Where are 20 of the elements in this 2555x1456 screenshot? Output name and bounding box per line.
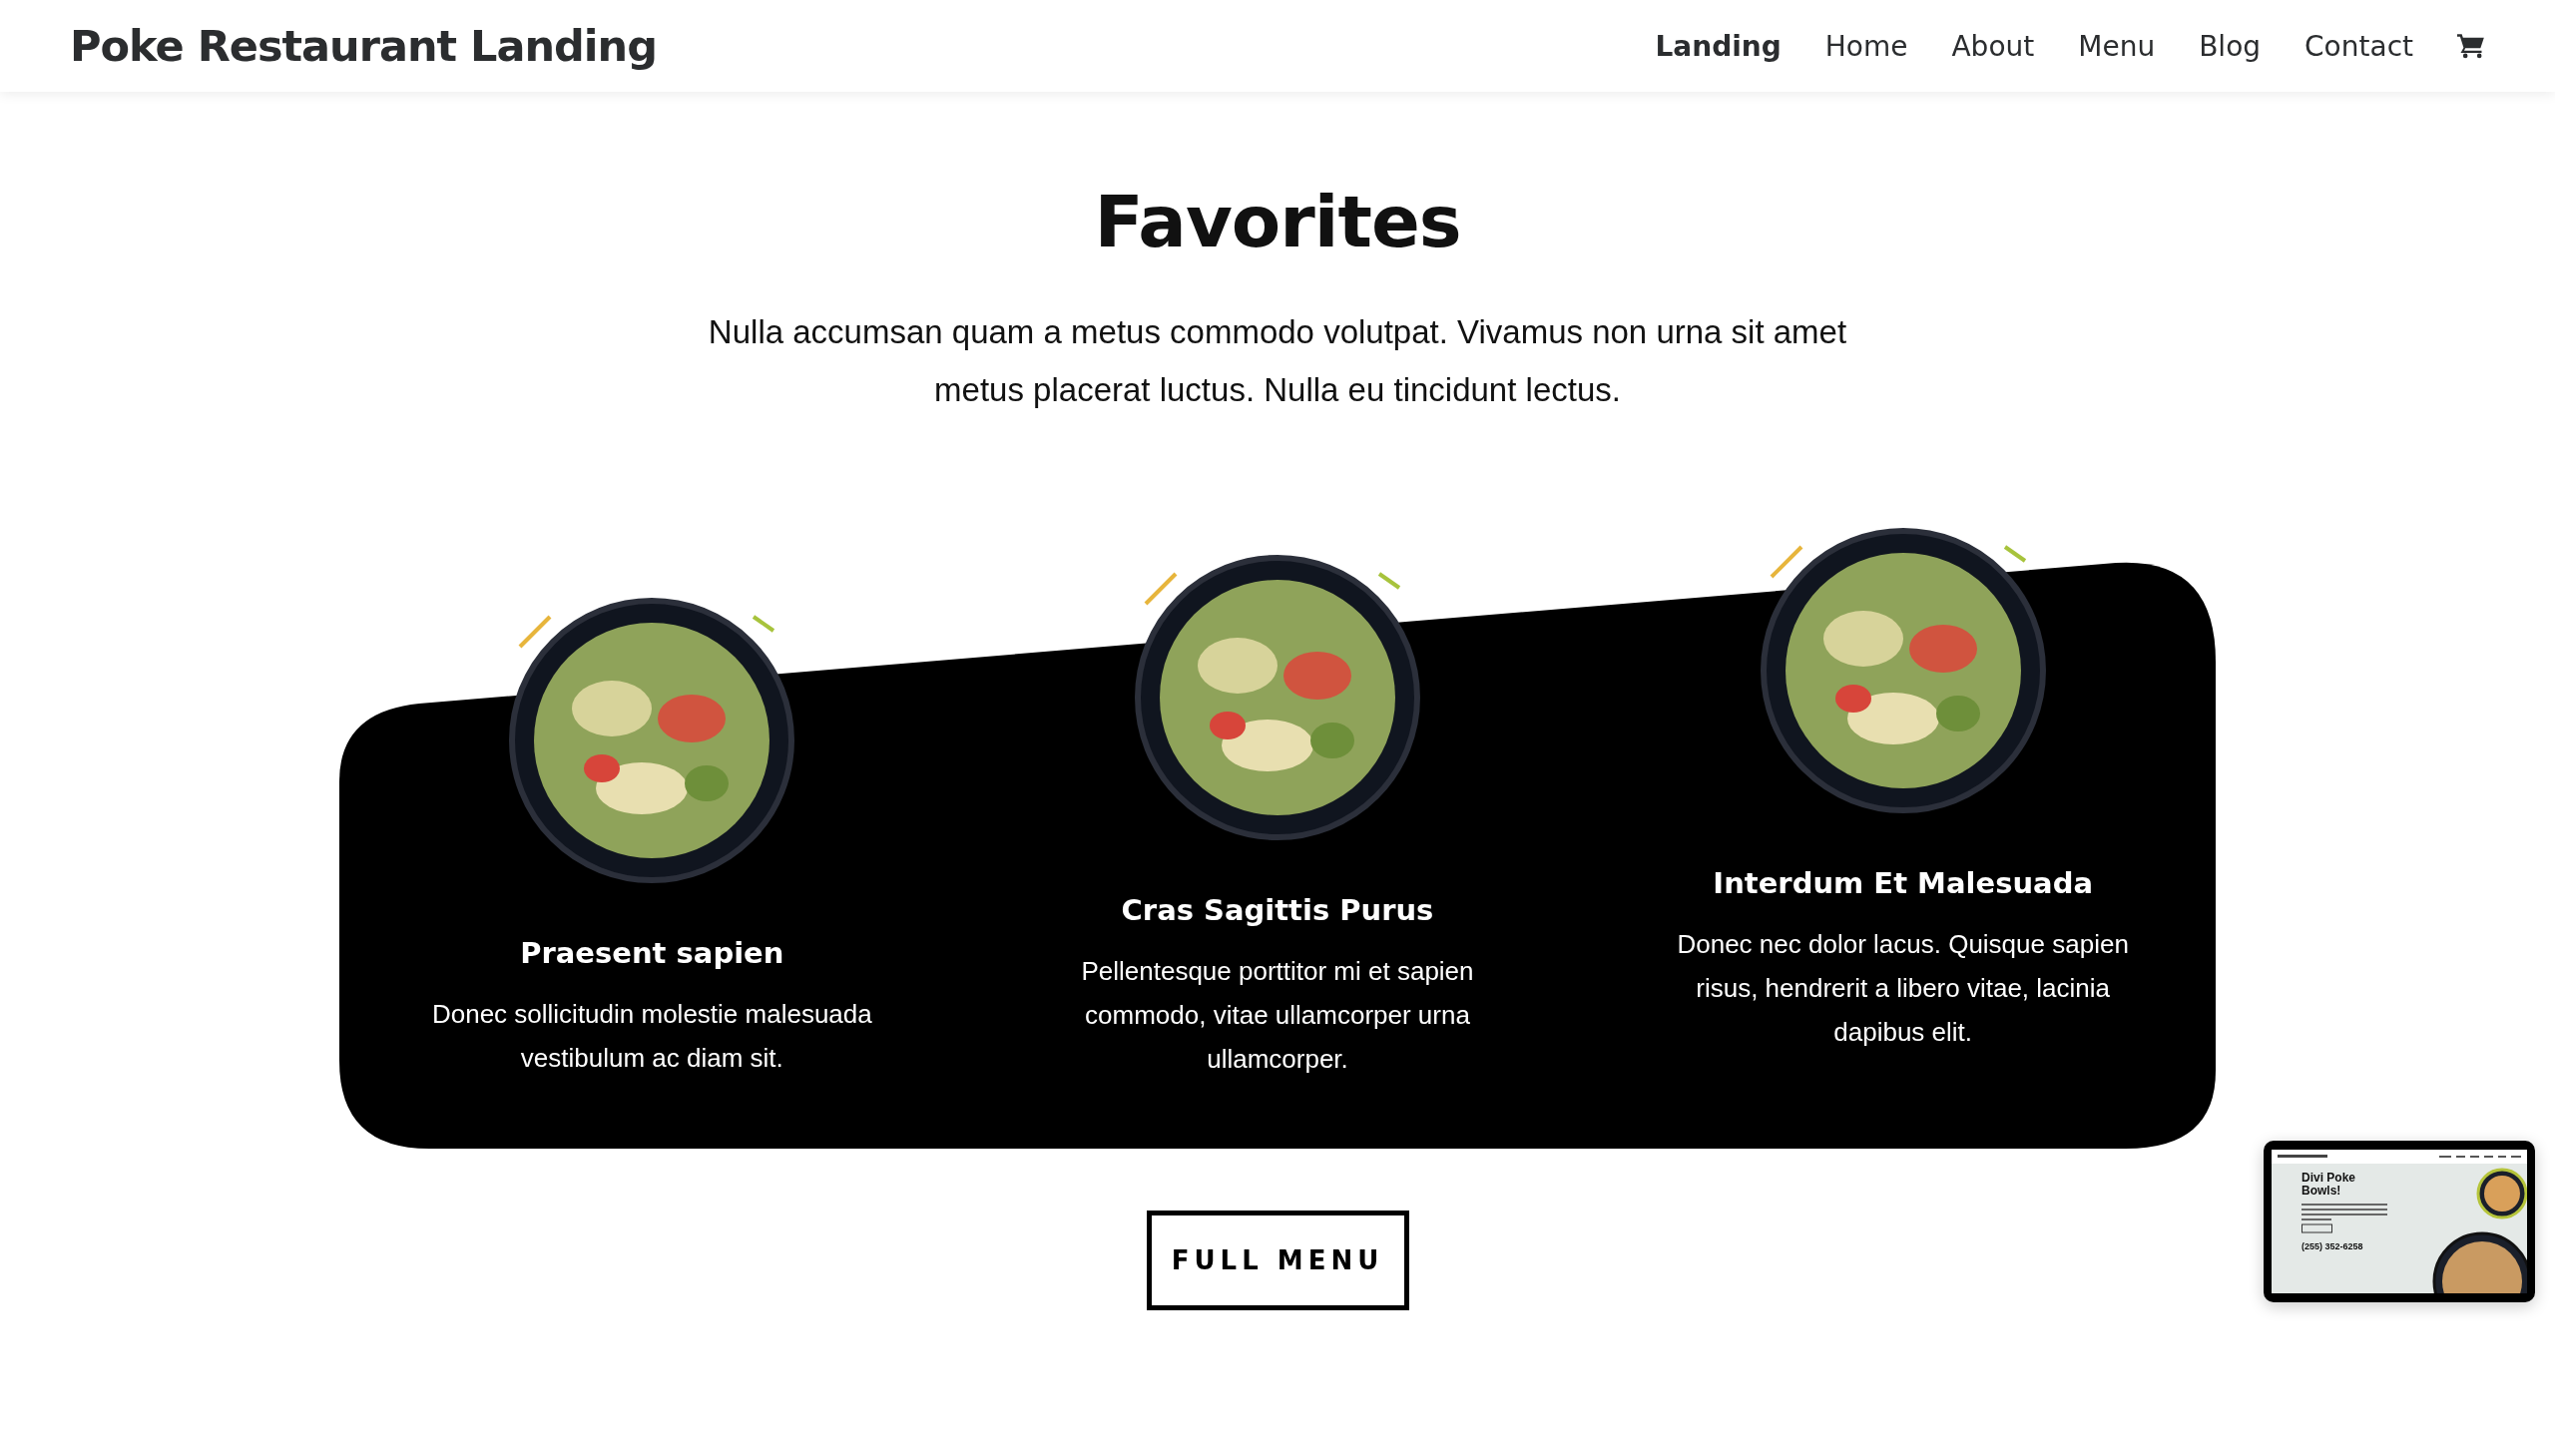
preview-phone: (255) 352-6258 bbox=[2301, 1241, 2364, 1251]
cart-icon[interactable] bbox=[2457, 33, 2485, 59]
full-menu-button[interactable]: FULL MENU bbox=[1146, 1211, 1409, 1310]
item-name: Praesent sapien bbox=[520, 936, 784, 970]
item-description: Donec sollicitudin molestie malesuada vestibulum ac diam sit. bbox=[430, 998, 873, 1075]
nav-link[interactable]: Home bbox=[1824, 29, 1908, 63]
item-description: Pellentesque porttitor mi et sapien commodo, vitae ullamcorper urna ullamcorper. bbox=[1080, 955, 1475, 1076]
preview-heading: Divi Poke Bowls! bbox=[2301, 1172, 2357, 1198]
nav-link[interactable]: Landing bbox=[1655, 29, 1782, 63]
item-name: Cras Sagittis Purus bbox=[1121, 893, 1434, 927]
nav-link[interactable]: About bbox=[1951, 29, 2035, 63]
nav-link[interactable]: Menu bbox=[2078, 29, 2156, 63]
site-title[interactable]: Poke Restaurant Landing bbox=[70, 21, 657, 71]
nav-link[interactable]: Contact bbox=[2304, 29, 2413, 63]
item-description: Donec nec dolor lacus. Quisque sapien risus, hendrerit a libero vitae, lacinia dapibus elit. bbox=[1676, 928, 2130, 1049]
item-name: Interdum Et Malesuada bbox=[1713, 866, 2093, 900]
nav-link[interactable]: Blog bbox=[2199, 29, 2262, 63]
intro-text: Nulla accumsan quam a metus commodo volutpat. Vivamus non urna sit amet metus placerat luctus. Nulla eu tincidunt lectus. bbox=[707, 312, 1848, 410]
section-title: Favorites bbox=[1094, 180, 1461, 263]
page-preview-thumbnail[interactable]: Divi Poke Bowls! (255) 352-6258 bbox=[2264, 1141, 2535, 1302]
